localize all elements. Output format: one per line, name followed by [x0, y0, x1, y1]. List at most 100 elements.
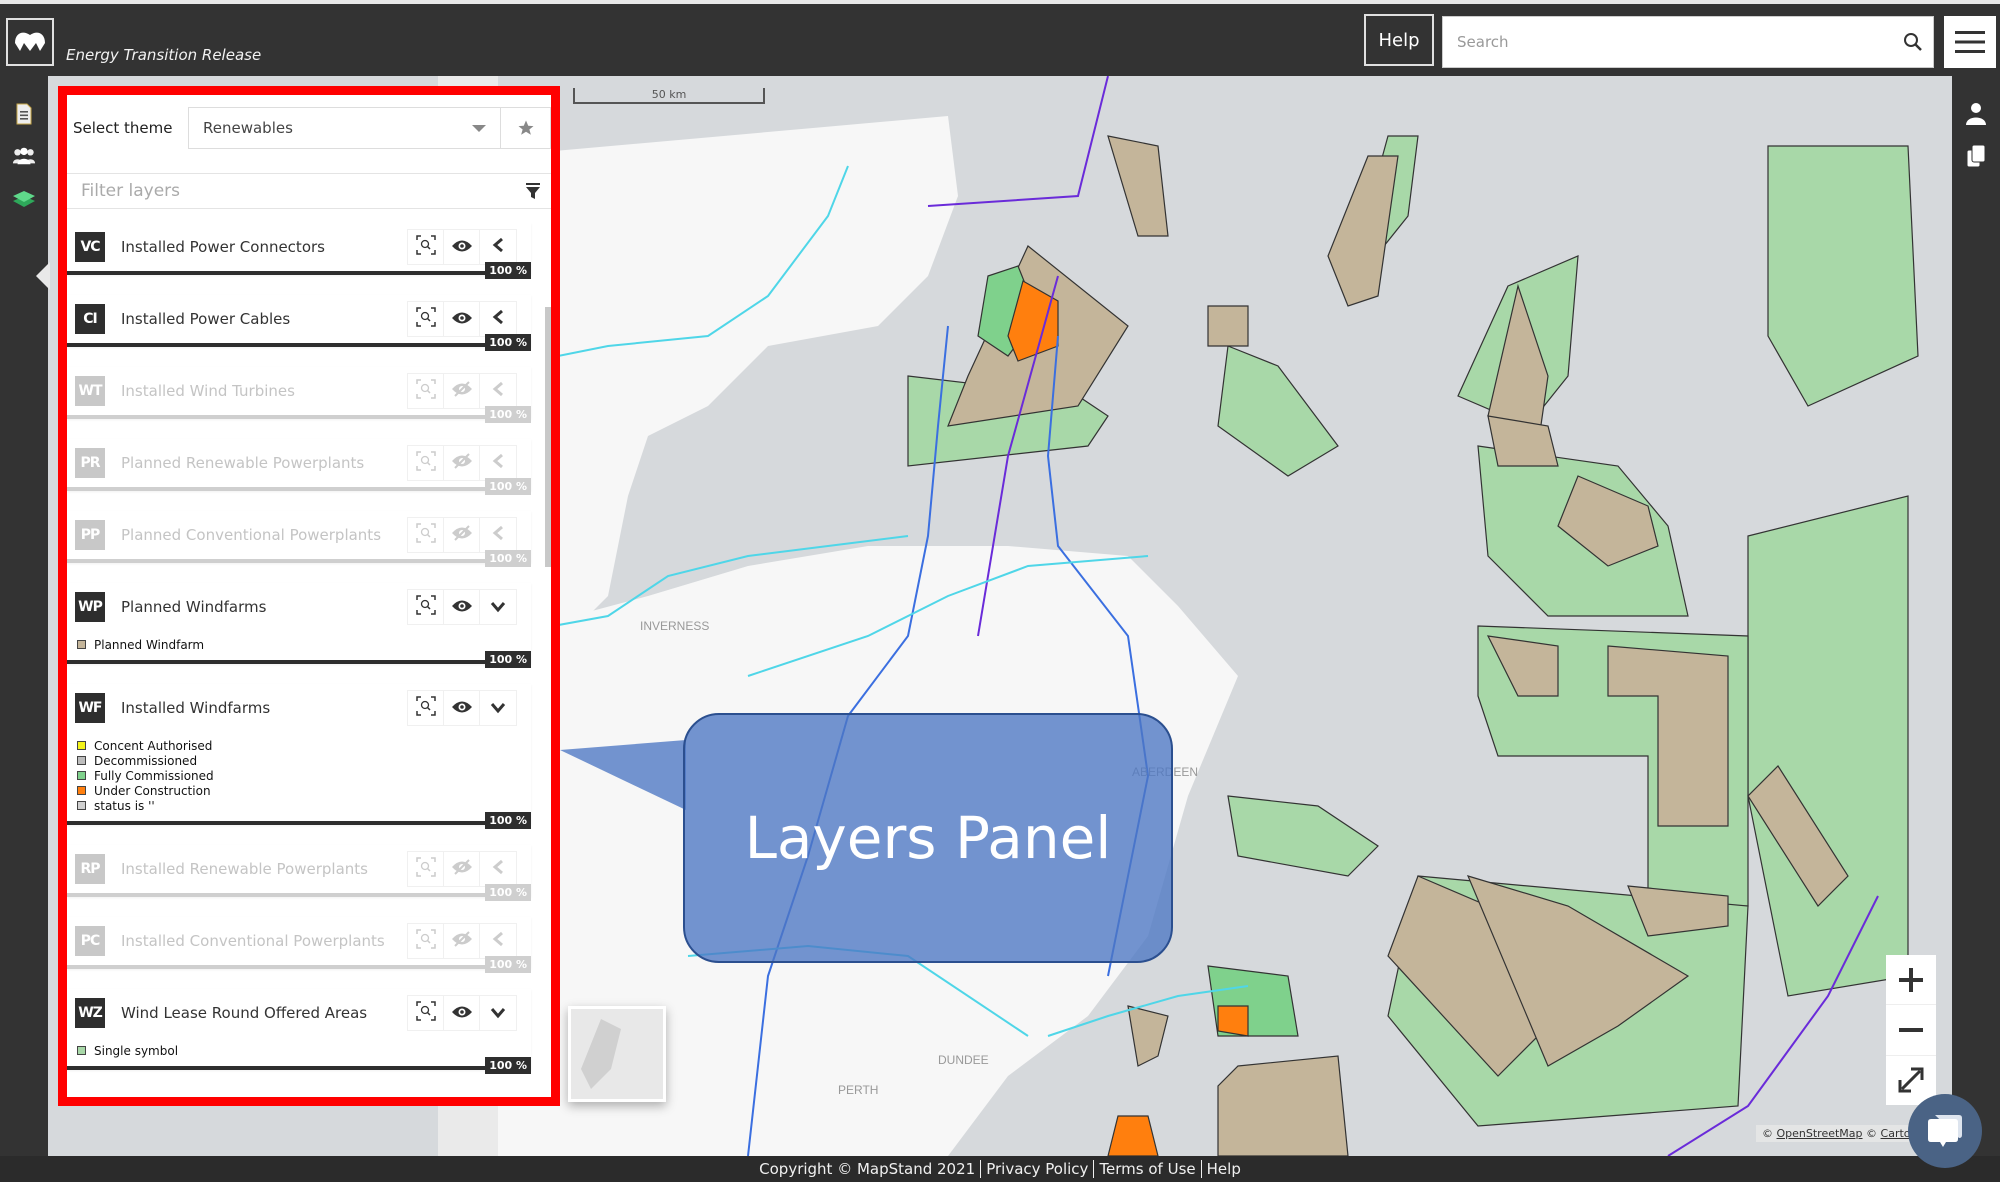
hamburger-menu-button[interactable]	[1944, 16, 1996, 68]
toggle-visibility-button[interactable]	[444, 230, 480, 264]
privacy-policy-link[interactable]: Privacy Policy	[981, 1160, 1093, 1178]
layer-row-rp[interactable]: RP Installed Renewable Powerplants 100 %	[67, 845, 531, 901]
layer-row-wf[interactable]: WF Installed Windfarms Concent Authorise…	[67, 684, 531, 829]
layer-row-wp[interactable]: WP Planned Windfarms Planned Windfarm 10…	[67, 583, 531, 668]
expand-legend-button[interactable]	[480, 230, 516, 264]
planned-windfarm	[1127, 1005, 1169, 1067]
chat-bubble-icon	[1928, 1115, 1962, 1147]
opacity-slider[interactable]: 100 %	[67, 334, 531, 351]
expand-legend-button[interactable]	[480, 996, 516, 1030]
zoom-to-extent-icon	[415, 235, 436, 259]
opacity-slider[interactable]: 100 %	[67, 651, 531, 668]
layer-row-wt[interactable]: WT Installed Wind Turbines 100 %	[67, 367, 531, 423]
layer-code-badge: PP	[75, 520, 105, 550]
expand-legend-button[interactable]	[480, 374, 516, 408]
opacity-slider[interactable]: 100 %	[67, 550, 531, 567]
layer-row-ci[interactable]: CI Installed Power Cables 100 %	[67, 295, 531, 351]
expand-legend-button[interactable]	[480, 518, 516, 552]
search-input[interactable]	[1443, 17, 1893, 67]
toggle-visibility-button[interactable]	[444, 996, 480, 1030]
osm-attribution-link[interactable]: OpenStreetMap	[1777, 1127, 1863, 1140]
toggle-visibility-button[interactable]	[444, 518, 480, 552]
layers-icon	[13, 191, 35, 207]
terms-of-use-link[interactable]: Terms of Use	[1094, 1160, 1200, 1178]
footer-help-link[interactable]: Help	[1202, 1160, 1246, 1178]
layer-name[interactable]: Installed Wind Turbines	[121, 382, 407, 400]
planned-windfarm	[1207, 305, 1249, 347]
opacity-slider[interactable]: 100 %	[67, 956, 531, 973]
expand-legend-button[interactable]	[480, 302, 516, 336]
mapstand-logo[interactable]	[6, 18, 54, 66]
layer-row-pr[interactable]: PR Planned Renewable Powerplants 100 %	[67, 439, 531, 495]
expand-legend-button[interactable]	[480, 691, 516, 725]
toggle-visibility-button[interactable]	[444, 924, 480, 958]
filter-icon[interactable]	[515, 182, 551, 200]
help-button[interactable]: Help	[1364, 14, 1434, 66]
sidebar-item-layers[interactable]	[12, 188, 36, 212]
layer-name[interactable]: Planned Conventional Powerplants	[121, 526, 407, 544]
zoom-to-layer-button[interactable]	[408, 374, 444, 408]
toggle-visibility-button[interactable]	[444, 691, 480, 725]
layer-row-pc[interactable]: PC Installed Conventional Powerplants 10…	[67, 917, 531, 973]
layer-name[interactable]: Planned Windfarms	[121, 598, 407, 616]
layer-row-wz[interactable]: WZ Wind Lease Round Offered Areas Single…	[67, 989, 531, 1074]
layer-name[interactable]: Installed Renewable Powerplants	[121, 860, 407, 878]
toggle-visibility-button[interactable]	[444, 852, 480, 886]
opacity-slider[interactable]: 100 %	[67, 406, 531, 423]
zoom-to-layer-button[interactable]	[408, 590, 444, 624]
opacity-slider[interactable]: 100 %	[67, 478, 531, 495]
scrollbar-thumb[interactable]	[545, 307, 551, 567]
zoom-to-layer-button[interactable]	[408, 230, 444, 264]
legend-item: Fully Commissioned	[77, 768, 531, 783]
carto-attribution-link[interactable]: Carto	[1881, 1127, 1911, 1140]
toggle-visibility-button[interactable]	[444, 302, 480, 336]
expand-legend-button[interactable]	[480, 446, 516, 480]
zoom-to-layer-button[interactable]	[408, 302, 444, 336]
layer-name[interactable]: Installed Windfarms	[121, 699, 407, 717]
layer-name[interactable]: Installed Conventional Powerplants	[121, 932, 407, 950]
layer-name[interactable]: Installed Power Cables	[121, 310, 407, 328]
layer-name[interactable]: Installed Power Connectors	[121, 238, 407, 256]
account-button[interactable]	[1964, 102, 1988, 126]
zoom-to-layer-button[interactable]	[408, 924, 444, 958]
zoom-to-layer-button[interactable]	[408, 852, 444, 886]
zoom-to-layer-button[interactable]	[408, 996, 444, 1030]
layer-name[interactable]: Planned Renewable Powerplants	[121, 454, 407, 472]
layer-legend: Single symbol	[67, 1037, 531, 1066]
layer-list-scrollbar[interactable]	[545, 227, 551, 1097]
chat-support-button[interactable]	[1908, 1094, 1982, 1168]
zoom-out-button[interactable]	[1886, 1005, 1936, 1056]
layer-name[interactable]: Wind Lease Round Offered Areas	[121, 1004, 407, 1022]
opacity-slider[interactable]: 100 %	[67, 1057, 531, 1074]
zoom-to-layer-button[interactable]	[408, 446, 444, 480]
left-sidebar	[0, 76, 50, 1156]
overview-minimap[interactable]	[568, 1006, 666, 1102]
chevron-left-icon	[492, 931, 504, 951]
theme-dropdown[interactable]: Renewables	[188, 107, 502, 149]
toggle-visibility-button[interactable]	[444, 446, 480, 480]
opacity-slider[interactable]: 100 %	[67, 812, 531, 829]
toggle-visibility-button[interactable]	[444, 590, 480, 624]
opacity-slider[interactable]: 100 %	[67, 262, 531, 279]
sidebar-item-documents[interactable]	[12, 102, 36, 126]
layer-row-pp[interactable]: PP Planned Conventional Powerplants 100 …	[67, 511, 531, 567]
expand-legend-button[interactable]	[480, 852, 516, 886]
minimap-image	[571, 1009, 663, 1099]
favorite-theme-button[interactable]	[501, 107, 551, 149]
sidebar-item-users[interactable]	[12, 144, 36, 168]
opacity-value: 100 %	[485, 334, 531, 351]
search-icon[interactable]	[1893, 32, 1933, 52]
legend-label: Single symbol	[94, 1043, 179, 1058]
zoom-in-button[interactable]	[1886, 955, 1936, 1006]
copy-button[interactable]	[1964, 144, 1988, 168]
minus-icon	[1899, 1027, 1923, 1032]
zoom-to-layer-button[interactable]	[408, 691, 444, 725]
expand-legend-button[interactable]	[480, 590, 516, 624]
zoom-to-layer-button[interactable]	[408, 518, 444, 552]
legend-item: Decommissioned	[77, 753, 531, 768]
opacity-slider[interactable]: 100 %	[67, 884, 531, 901]
toggle-visibility-button[interactable]	[444, 374, 480, 408]
filter-layers-input[interactable]	[67, 174, 515, 208]
expand-legend-button[interactable]	[480, 924, 516, 958]
layer-row-vc[interactable]: VC Installed Power Connectors 100 %	[67, 223, 531, 279]
